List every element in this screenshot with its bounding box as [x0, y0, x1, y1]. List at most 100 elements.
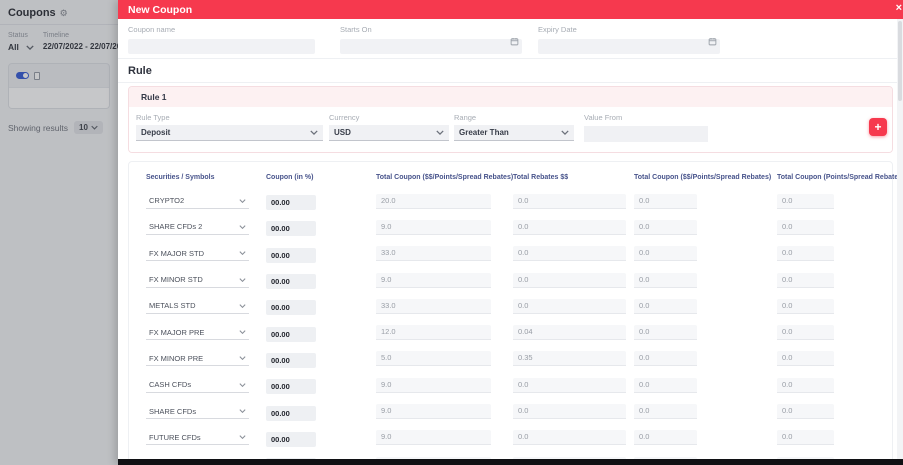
security-select[interactable]: METALS STD — [146, 298, 249, 314]
total-coupon2-value: 0.0 — [634, 404, 697, 420]
coupon-item-body — [9, 87, 109, 108]
coupon-percent-input[interactable] — [266, 300, 316, 316]
security-name: SHARE CFDs — [149, 406, 197, 416]
timeline-range[interactable]: 22/07/2022 - 22/07/2025 — [43, 42, 118, 51]
col-header-total-coupon: Total Coupon ($$/Points/Spread Rebates) — [376, 173, 514, 181]
security-select[interactable]: FX MINOR STD — [146, 272, 249, 288]
total-coupon2-value: 0.0 — [634, 193, 697, 209]
total-rebates-value: 0.04 — [513, 325, 626, 341]
coupon-percent-input[interactable] — [266, 352, 316, 368]
new-coupon-modal: New Coupon × Coupon name Starts On Expir… — [118, 0, 903, 465]
rule-section-heading: Rule — [128, 65, 152, 77]
total-coupon3-value: 0.0 — [777, 246, 834, 262]
total-rebates-value: 0.0 — [513, 377, 626, 393]
table-row: SHARE CFDs 2 9.0 0.0 0.0 0.0 — [146, 214, 892, 240]
col-header-total-rebates: Total Rebates $$ — [513, 173, 569, 181]
security-select[interactable]: CASH CFDs — [146, 377, 249, 393]
chevron-down-icon — [239, 356, 246, 361]
vertical-scrollbar[interactable] — [897, 19, 903, 459]
rule-title: Rule 1 — [129, 87, 892, 107]
range-select[interactable]: Greater Than — [454, 125, 574, 141]
divider — [118, 82, 903, 83]
security-select[interactable]: CRYPTO2 — [146, 193, 249, 209]
security-name: CRYPTO2 — [149, 196, 185, 206]
security-select[interactable]: FX MAJOR PRE — [146, 325, 249, 341]
total-coupon2-value: 0.0 — [634, 377, 697, 393]
calendar-icon[interactable] — [708, 33, 717, 51]
security-select[interactable]: SHARE CFDs 2 — [146, 219, 249, 235]
total-coupon2-value: 0.0 — [634, 325, 697, 341]
close-icon[interactable]: × — [896, 3, 902, 14]
total-coupon-value: 20.0 — [376, 193, 491, 209]
modal-header: New Coupon × — [118, 0, 903, 19]
expiry-date-input[interactable] — [538, 39, 720, 54]
coupon-percent-input[interactable] — [266, 326, 316, 342]
security-select[interactable]: FUTURE CFDs — [146, 430, 249, 446]
coupon-name-input[interactable] — [128, 39, 315, 54]
rule-type-select[interactable]: Deposit — [136, 125, 323, 141]
value-from-label: Value From — [584, 113, 623, 122]
table-row: FX MAJOR STD 33.0 0.0 0.0 0.0 — [146, 241, 892, 267]
add-rule-button[interactable]: + — [869, 118, 887, 136]
table-row: FUTURE CFDs 9.0 0.0 0.0 0.0 — [146, 425, 892, 451]
coupon-name-label: Coupon name — [128, 25, 176, 34]
copy-icon[interactable] — [34, 71, 40, 80]
coupon-percent-input[interactable] — [266, 274, 316, 290]
scrollbar-thumb[interactable] — [898, 21, 902, 101]
security-select[interactable]: SHARE CFDs — [146, 404, 249, 420]
total-coupon2-value: 0.0 — [634, 246, 697, 262]
chevron-down-icon — [239, 225, 246, 229]
total-coupon3-value: 0.0 — [777, 325, 834, 341]
coupon-percent-input[interactable] — [266, 431, 316, 447]
total-coupon3-value: 0.0 — [777, 219, 834, 235]
results-per-page-select[interactable]: 10 — [74, 121, 103, 134]
total-coupon3-value: 0.0 — [777, 404, 834, 420]
currency-select[interactable]: USD — [329, 125, 449, 141]
coupons-sidebar: Coupons ⚙ Status All Timeline 22/07/2022… — [0, 0, 118, 465]
table-row: METALS STD 33.0 0.0 0.0 0.0 — [146, 293, 892, 319]
value-from-input[interactable] — [584, 126, 708, 142]
col-header-coupon-pct: Coupon (in %) — [266, 173, 314, 181]
range-value: Greater Than — [459, 128, 509, 137]
rule-card: Rule 1 Rule Type Deposit Currency USD Ra… — [128, 86, 893, 153]
coupon-percent-input[interactable] — [266, 247, 316, 263]
settings-gear-icon[interactable]: ⚙ — [60, 8, 68, 18]
toggle-icon[interactable] — [16, 72, 29, 79]
security-name: SHARE CFDs 2 — [149, 222, 203, 232]
total-coupon-value: 9.0 — [376, 377, 491, 393]
col-header-securities: Securities / Symbols — [146, 173, 215, 181]
chevron-down-icon — [239, 304, 246, 308]
chevron-down-icon — [436, 130, 444, 135]
total-rebates-value: 0.0 — [513, 246, 626, 262]
security-name: FX MINOR STD — [149, 275, 203, 285]
table-row: FX MINOR STD 9.0 0.0 0.0 0.0 — [146, 267, 892, 293]
security-select[interactable]: FX MAJOR STD — [146, 246, 249, 262]
total-coupon3-value: 0.0 — [777, 272, 834, 288]
currency-value: USD — [334, 128, 351, 137]
coupon-percent-input[interactable] — [266, 379, 316, 395]
security-name: FX MINOR PRE — [149, 353, 204, 363]
status-select[interactable]: All — [8, 42, 34, 52]
chevron-down-icon — [26, 44, 34, 50]
coupon-percent-input[interactable] — [266, 221, 316, 237]
calendar-icon[interactable] — [510, 33, 519, 51]
security-select[interactable]: FX MINOR PRE — [146, 351, 249, 367]
table-row: SHARE CFDs 9.0 0.0 0.0 0.0 — [146, 398, 892, 424]
total-coupon-value: 33.0 — [376, 298, 491, 314]
security-name: CASH CFDs — [149, 380, 192, 390]
starts-on-input[interactable] — [340, 39, 522, 54]
total-coupon2-value: 0.0 — [634, 351, 697, 367]
app-screen: Coupons ⚙ Status All Timeline 22/07/2022… — [0, 0, 903, 465]
security-name: FX MAJOR PRE — [149, 327, 205, 337]
table-row: CRYPTO2 20.0 0.0 0.0 0.0 — [146, 188, 892, 214]
securities-table: Securities / Symbols Coupon (in %) Total… — [128, 161, 903, 465]
chevron-down-icon — [561, 130, 569, 135]
rule-type-label: Rule Type — [136, 113, 170, 122]
coupon-percent-input[interactable] — [266, 195, 316, 211]
total-coupon2-value: 0.0 — [634, 430, 697, 446]
status-value: All — [8, 42, 19, 52]
total-coupon3-value: 0.0 — [777, 377, 834, 393]
chevron-down-icon — [239, 198, 246, 203]
coupon-list-item[interactable] — [8, 63, 110, 109]
coupon-percent-input[interactable] — [266, 405, 316, 421]
